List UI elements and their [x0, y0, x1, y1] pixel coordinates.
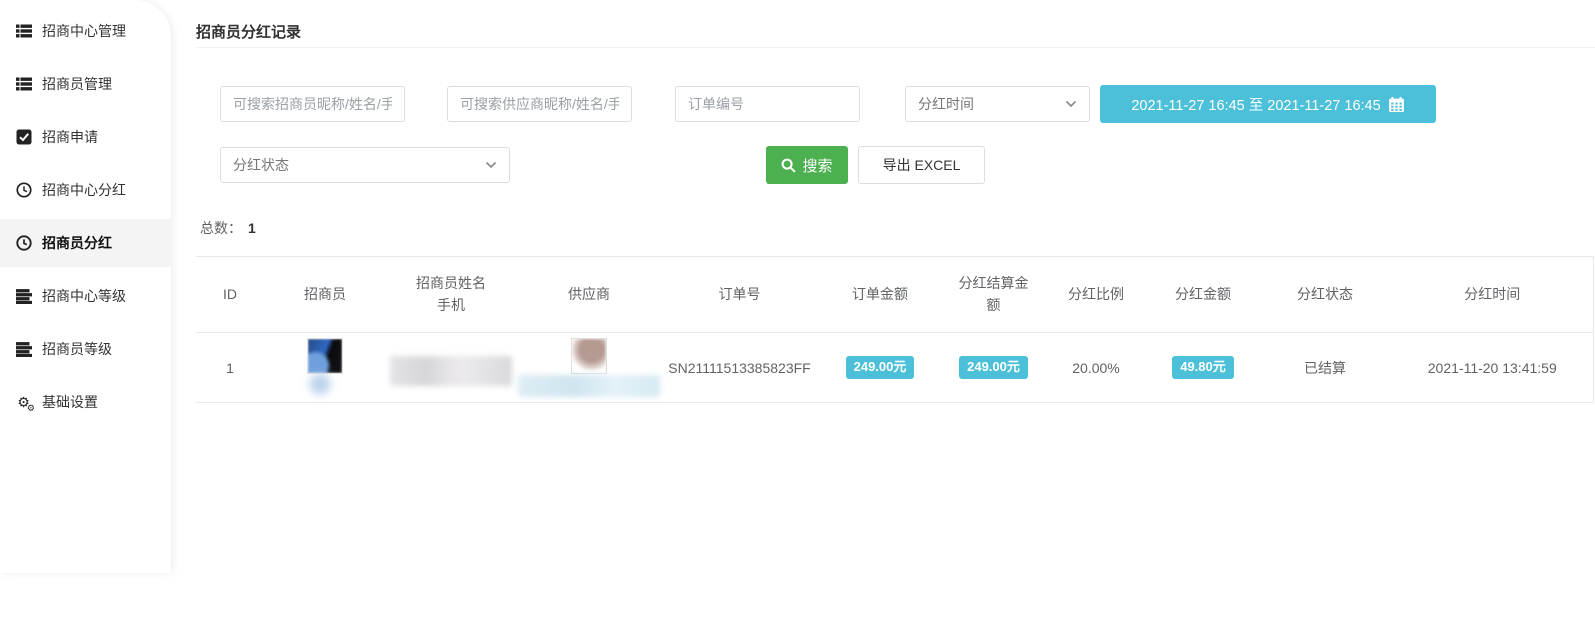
col-settle-amount: 分红结算金额	[943, 257, 1044, 333]
sidebar-item-merchant-staff-mgmt[interactable]: 招商员管理	[0, 60, 171, 108]
sidebar-item-merchant-apply[interactable]: 招商申请	[0, 113, 171, 161]
merchant-avatar	[307, 338, 343, 374]
cell-order-amount: 249.00元	[817, 333, 943, 403]
time-type-select[interactable]: 分红时间	[905, 86, 1090, 122]
cell-merchant-name-phone	[386, 333, 516, 403]
table-row: 1 SN21111513385823FF 249.00元	[196, 333, 1593, 403]
sidebar-item-basic-settings[interactable]: ⚙⚙ 基础设置	[0, 378, 171, 426]
dividend-status-select[interactable]: 分红状态	[220, 147, 510, 183]
bars-icon	[15, 288, 32, 305]
cell-merchant	[264, 333, 386, 403]
col-time: 分红时间	[1392, 257, 1593, 333]
col-id: ID	[196, 257, 264, 333]
page-title: 招商员分红记录	[196, 21, 301, 42]
bars-icon	[15, 341, 32, 358]
search-button-label: 搜索	[802, 155, 832, 176]
chevron-down-icon	[1065, 100, 1077, 108]
cell-order-no: SN21111513385823FF	[662, 333, 817, 403]
settle-amount-badge: 249.00元	[959, 356, 1028, 378]
col-dividend-amount: 分红金额	[1148, 257, 1258, 333]
chevron-down-icon	[485, 161, 497, 169]
merchant-search-input[interactable]	[220, 86, 405, 122]
order-no-input[interactable]	[675, 86, 860, 122]
title-divider	[196, 47, 1595, 48]
status-selected-value: 分红状态	[233, 155, 289, 175]
cogs-icon: ⚙⚙	[15, 394, 32, 411]
export-excel-button[interactable]: 导出 EXCEL	[858, 146, 985, 184]
col-status: 分红状态	[1258, 257, 1392, 333]
date-range-button[interactable]: 2021-11-27 16:45 至 2021-11-27 16:45	[1100, 85, 1436, 123]
supplier-name-blurred	[518, 375, 660, 397]
col-merchant-name-phone: 招商员姓名手机	[386, 257, 516, 333]
col-order-amount: 订单金额	[817, 257, 943, 333]
list-icon	[15, 23, 32, 40]
cell-dividend-amount: 49.80元	[1148, 333, 1258, 403]
supplier-search-input[interactable]	[447, 86, 632, 122]
supplier-avatar	[571, 338, 607, 374]
cell-supplier	[516, 333, 662, 403]
col-ratio: 分红比例	[1044, 257, 1148, 333]
sidebar-item-label: 招商员等级	[42, 339, 112, 359]
sidebar-item-merchant-center-mgmt[interactable]: 招商中心管理	[0, 7, 171, 55]
calendar-icon	[1388, 96, 1405, 113]
sidebar-item-label: 招商中心分红	[42, 180, 126, 200]
sidebar-item-label: 招商中心等级	[42, 286, 126, 306]
list-icon	[15, 76, 32, 93]
sidebar-item-label: 招商员分红	[42, 233, 112, 253]
sidebar-item-label: 招商申请	[42, 127, 98, 147]
sidebar-item-label: 招商中心管理	[42, 21, 126, 41]
sidebar-item-label: 基础设置	[42, 392, 98, 412]
sidebar-item-center-dividend[interactable]: 招商中心分红	[0, 166, 171, 214]
cell-status: 已结算	[1258, 333, 1392, 403]
dividend-amount-badge: 49.80元	[1172, 356, 1234, 378]
col-order-no: 订单号	[662, 257, 817, 333]
export-button-label: 导出 EXCEL	[883, 155, 961, 175]
page: 招商中心管理 招商员管理 招商申请 招商中心分红 招商员分红	[0, 0, 1595, 643]
cell-settle-amount: 249.00元	[943, 333, 1044, 403]
sidebar-item-center-level[interactable]: 招商中心等级	[0, 272, 171, 320]
clock-icon	[15, 182, 32, 199]
cell-id: 1	[196, 333, 264, 403]
check-square-icon	[15, 129, 32, 146]
dividend-table: ID 招商员 招商员姓名手机 供应商 订单号 订单金额 分红结算金额 分红比例 …	[196, 256, 1593, 403]
time-type-selected-value: 分红时间	[918, 94, 974, 114]
total-count: 总数： 1	[200, 218, 256, 238]
sidebar-item-staff-level[interactable]: 招商员等级	[0, 325, 171, 373]
total-count-label: 总数：	[200, 220, 242, 236]
sidebar: 招商中心管理 招商员管理 招商申请 招商中心分红 招商员分红	[0, 0, 171, 573]
cell-time: 2021-11-20 13:41:59	[1392, 333, 1593, 403]
col-supplier: 供应商	[516, 257, 662, 333]
sidebar-item-staff-dividend[interactable]: 招商员分红	[0, 219, 171, 267]
table-header-row: ID 招商员 招商员姓名手机 供应商 订单号 订单金额 分红结算金额 分红比例 …	[196, 257, 1593, 333]
cell-ratio: 20.00%	[1044, 333, 1148, 403]
merchant-name-phone-blurred	[390, 356, 512, 386]
search-icon	[781, 158, 796, 173]
col-merchant: 招商员	[264, 257, 386, 333]
clock-icon	[15, 235, 32, 252]
total-count-value: 1	[248, 220, 256, 236]
merchant-name-blurred	[307, 371, 333, 397]
sidebar-item-label: 招商员管理	[42, 74, 112, 94]
order-amount-badge: 249.00元	[846, 356, 915, 378]
date-range-value: 2021-11-27 16:45 至 2021-11-27 16:45	[1131, 94, 1380, 115]
search-button[interactable]: 搜索	[766, 146, 848, 184]
